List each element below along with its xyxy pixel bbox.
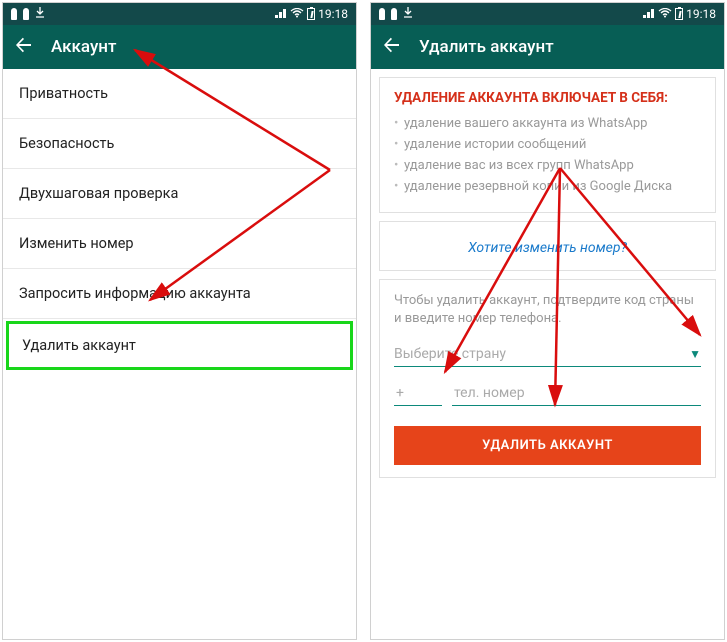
- bullet: удаление вашего аккаунта из WhatsApp: [394, 116, 701, 131]
- battery-icon: [675, 8, 683, 20]
- signal-icon: [275, 7, 287, 21]
- change-number-card: Хотите изменить номер?: [379, 221, 716, 271]
- status-bar: 19:18: [3, 3, 356, 25]
- phone-number-input[interactable]: тел. номер: [452, 381, 701, 406]
- page-title: Удалить аккаунт: [419, 37, 554, 57]
- country-select[interactable]: Выберите страну ▼: [394, 342, 701, 367]
- phone-screen-right: 19:18 Удалить аккаунт УДАЛЕНИЕ АККАУНТА …: [370, 2, 725, 640]
- settings-list: Приватность Безопасность Двухшаговая про…: [3, 69, 356, 370]
- list-item-privacy[interactable]: Приватность: [3, 69, 356, 119]
- status-time: 19:18: [318, 7, 348, 21]
- list-item-delete-account[interactable]: Удалить аккаунт: [6, 321, 353, 370]
- confirm-text: Чтобы удалить аккаунт, подтвердите код с…: [394, 292, 701, 328]
- app-bar: Удалить аккаунт: [371, 25, 724, 69]
- back-icon[interactable]: [15, 36, 33, 59]
- chevron-down-icon: ▼: [689, 347, 701, 361]
- bullet: удаление вас из всех групп WhatsApp: [394, 158, 701, 173]
- bullet: удаление истории сообщений: [394, 137, 701, 152]
- key-icon: [379, 8, 385, 20]
- status-time: 19:18: [686, 7, 716, 21]
- page-title: Аккаунт: [51, 37, 116, 57]
- card-title: УДАЛЕНИЕ АККАУНТА ВКЛЮЧАЕТ В СЕБЯ:: [394, 90, 701, 106]
- delete-form-card: Чтобы удалить аккаунт, подтвердите код с…: [379, 279, 716, 478]
- download-icon: [403, 7, 413, 22]
- status-bar: 19:18: [371, 3, 724, 25]
- bullet: удаление резервной копии из Google Диска: [394, 179, 701, 194]
- wifi-icon: [290, 7, 304, 21]
- key-icon: [391, 8, 397, 20]
- signal-icon: [643, 7, 655, 21]
- key-icon: [11, 8, 17, 20]
- app-bar: Аккаунт: [3, 25, 356, 69]
- list-item-security[interactable]: Безопасность: [3, 119, 356, 169]
- phone-screen-left: 19:18 Аккаунт Приватность Безопасность Д…: [2, 2, 357, 640]
- download-icon: [35, 7, 45, 22]
- country-code-input[interactable]: +: [394, 381, 442, 406]
- list-item-two-step[interactable]: Двухшаговая проверка: [3, 169, 356, 219]
- key-icon: [23, 8, 29, 20]
- list-item-request-info[interactable]: Запросить информацию аккаунта: [3, 269, 356, 319]
- delete-account-button[interactable]: УДАЛИТЬ АККАУНТ: [394, 426, 701, 465]
- list-item-change-number[interactable]: Изменить номер: [3, 219, 356, 269]
- wifi-icon: [658, 7, 672, 21]
- back-icon[interactable]: [383, 36, 401, 59]
- country-placeholder: Выберите страну: [394, 346, 506, 362]
- delete-info-card: УДАЛЕНИЕ АККАУНТА ВКЛЮЧАЕТ В СЕБЯ: удале…: [379, 77, 716, 213]
- battery-icon: [307, 8, 315, 20]
- change-number-link[interactable]: Хотите изменить номер?: [394, 232, 701, 260]
